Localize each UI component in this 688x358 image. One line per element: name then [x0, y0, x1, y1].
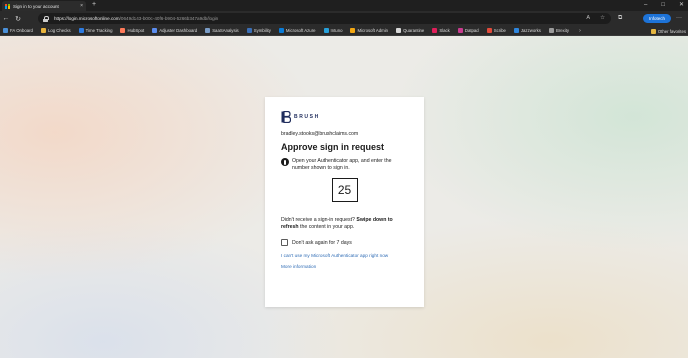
favorite-item[interactable]: Microsoft Azure	[278, 28, 316, 33]
favorite-star-icon[interactable]: ☆	[600, 14, 605, 23]
favorite-item[interactable]: Jazzworks	[513, 28, 541, 33]
page-title: Approve sign in request	[281, 142, 385, 152]
dont-ask-again[interactable]: Don't ask again for 7 days	[281, 239, 408, 246]
favorite-label: Adjuster Dashboard	[159, 28, 198, 33]
favorite-item[interactable]: FA Onboard	[3, 28, 33, 33]
favorite-item[interactable]: Adjuster Dashboard	[152, 28, 197, 33]
read-aloud-icon[interactable]: A	[586, 14, 590, 23]
window-controls: – □ ✕	[644, 1, 684, 9]
favorite-label: Jazzworks	[520, 28, 541, 33]
close-tab-icon[interactable]: ×	[80, 3, 83, 9]
favorite-icon	[432, 28, 438, 33]
favorite-label: Time Tracking	[85, 28, 113, 33]
cant-use-app-link[interactable]: I can't use my Microsoft Authenticator a…	[281, 253, 408, 258]
lock-icon	[43, 15, 49, 22]
active-tab[interactable]: Sign in to your account ×	[2, 1, 86, 11]
favorite-icon	[205, 28, 211, 33]
profile-button[interactable]: Infotech	[643, 14, 671, 23]
favorites-bar: FA Onboard Log Checks Time Tracking HubSpot…	[0, 26, 688, 36]
favorite-label: Intuno	[330, 28, 343, 33]
refresh-icon[interactable]: ↻	[12, 15, 24, 23]
tab-title: Sign in to your account	[13, 3, 59, 9]
favorite-label: Log Checks	[47, 28, 71, 33]
favorite-item[interactable]: Quarantine	[396, 28, 424, 33]
close-window-icon[interactable]: ✕	[679, 1, 684, 9]
account-email: bradley.stooks@brushclaims.com	[281, 131, 359, 137]
favorite-item[interactable]: Intuno	[323, 28, 343, 33]
logo-text: BRUSH	[294, 114, 320, 120]
favorite-label: Symbility	[253, 28, 271, 33]
favorite-label: HubSpot	[127, 28, 145, 33]
new-tab-button[interactable]: +	[92, 1, 96, 9]
favorite-icon	[457, 28, 463, 33]
favorite-icon	[396, 28, 402, 33]
favorite-item[interactable]: Time Tracking	[78, 28, 113, 33]
other-favorites[interactable]: Other favorites	[650, 26, 686, 36]
minimize-icon[interactable]: –	[644, 1, 647, 9]
favorite-icon	[548, 28, 554, 33]
favorite-label: Scribe	[493, 28, 506, 33]
favorites-overflow-icon[interactable]: ›	[579, 28, 581, 34]
favorite-label: SaaSAnalysis	[212, 28, 239, 33]
dont-ask-checkbox[interactable]	[281, 239, 288, 246]
more-information-link[interactable]: More information	[281, 264, 408, 269]
favorite-item[interactable]: Symbility	[246, 28, 271, 33]
other-favorites-label: Other favorites	[657, 28, 686, 34]
url-field[interactable]: https://login.microsoftonline.com/0649d1…	[38, 13, 611, 24]
sign-in-card: BRUSH bradley.stooks@brushclaims.com App…	[265, 97, 424, 307]
url-text: https://login.microsoftonline.com/0649d1…	[54, 16, 219, 21]
instruction: Open your Authenticator app, and enter t…	[281, 158, 408, 172]
favorite-label: Quarantine	[403, 28, 425, 33]
toolbar-icons: ⧉	[618, 11, 622, 26]
maximize-icon[interactable]: □	[661, 1, 665, 9]
favorite-item[interactable]: SaaSAnalysis	[205, 28, 239, 33]
help-text: Didn't receive a sign-in request? Swipe …	[281, 217, 393, 230]
favorite-icon	[350, 28, 356, 33]
authenticator-icon	[281, 158, 289, 166]
favorite-item[interactable]: Brexity	[548, 28, 570, 33]
page-background: BRUSH bradley.stooks@brushclaims.com App…	[0, 36, 688, 358]
brush-logo-icon	[281, 111, 291, 123]
favorite-icon	[278, 28, 284, 33]
more-menu-icon[interactable]: ···	[676, 14, 682, 22]
favorite-label: Slack	[439, 28, 450, 33]
favorite-item[interactable]: HubSpot	[120, 28, 144, 33]
favorite-icon	[40, 28, 46, 33]
favorite-item[interactable]: Microsoft Admin	[350, 28, 388, 33]
favorite-icon	[486, 28, 492, 33]
folder-icon	[650, 28, 656, 34]
favorite-icon	[246, 28, 252, 33]
dont-ask-label: Don't ask again for 7 days	[292, 239, 352, 246]
favorite-icon	[3, 28, 8, 33]
favorite-icon	[513, 28, 519, 33]
favorite-item[interactable]: Scribe	[486, 28, 506, 33]
favorite-label: Datpad	[464, 28, 479, 33]
favorite-item[interactable]: Log Checks	[40, 28, 71, 33]
favorite-item[interactable]: Datpad	[457, 28, 479, 33]
microsoft-logo-icon	[5, 3, 10, 9]
favorite-label: Microsoft Azure	[285, 28, 316, 33]
collections-icon[interactable]: ⧉	[618, 15, 622, 22]
match-number: 25	[331, 178, 358, 202]
favorite-icon	[152, 28, 158, 33]
tab-bar: Sign in to your account × + – □ ✕	[0, 0, 688, 11]
company-logo: BRUSH	[281, 111, 408, 123]
favorite-item[interactable]: Slack	[432, 28, 450, 33]
url-actions: A ☆	[586, 14, 605, 23]
favorite-label: FA Onboard	[10, 28, 33, 33]
back-icon[interactable]: ←	[0, 15, 12, 22]
favorite-icon	[78, 28, 84, 33]
address-bar: ← ↻ https://login.microsoftonline.com/06…	[0, 11, 688, 26]
favorite-label: Microsoft Admin	[357, 28, 389, 33]
favorite-icon	[120, 28, 126, 33]
favorite-label: Brexity	[555, 28, 570, 33]
favorite-icon	[323, 28, 329, 33]
instruction-text: Open your Authenticator app, and enter t…	[292, 158, 392, 171]
